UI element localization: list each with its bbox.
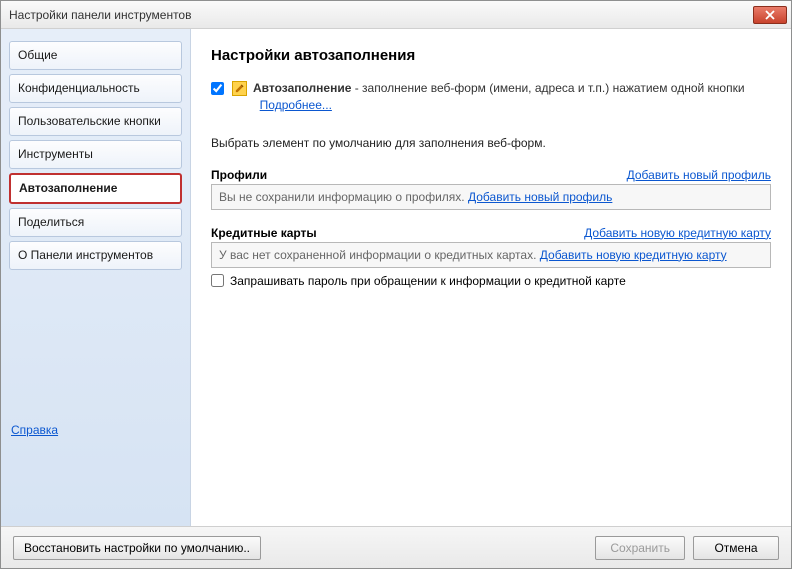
cards-empty-add-link[interactable]: Добавить новую кредитную карту (540, 248, 727, 262)
tab-share[interactable]: Поделиться (9, 208, 182, 237)
cards-header: Кредитные карты Добавить новую кредитную… (211, 226, 771, 240)
tab-label: Конфиденциальность (18, 81, 140, 95)
autofill-checkbox[interactable] (211, 82, 224, 95)
body-area: Общие Конфиденциальность Пользовательски… (1, 29, 791, 527)
autofill-description: Автозаполнение - заполнение веб-форм (им… (253, 80, 771, 114)
cards-empty-box: У вас нет сохраненной информации о креди… (211, 242, 771, 268)
content-pane: Настройки автозаполнения Автозаполнение … (191, 29, 791, 527)
autofill-label: Автозаполнение (253, 81, 351, 95)
help-link[interactable]: Справка (11, 423, 58, 437)
tab-label: Инструменты (18, 147, 93, 161)
tab-general[interactable]: Общие (9, 41, 182, 70)
footer: Восстановить настройки по умолчанию.. Со… (1, 526, 791, 568)
profiles-label: Профили (211, 168, 267, 182)
settings-dialog: Настройки панели инструментов Общие Конф… (0, 0, 792, 569)
card-password-label: Запрашивать пароль при обращении к инфор… (230, 274, 626, 288)
page-title: Настройки автозаполнения (211, 47, 771, 64)
card-password-row: Запрашивать пароль при обращении к инфор… (211, 274, 771, 288)
profiles-empty-text: Вы не сохранили информацию о профилях. (219, 190, 465, 204)
cards-empty-text: У вас нет сохраненной информации о креди… (219, 248, 536, 262)
cards-label: Кредитные карты (211, 226, 317, 240)
profiles-empty-add-link[interactable]: Добавить новый профиль (468, 190, 612, 204)
autofill-desc-text: - заполнение веб-форм (имени, адреса и т… (351, 81, 744, 95)
close-icon (765, 10, 775, 20)
default-element-text: Выбрать элемент по умолчанию для заполне… (211, 136, 771, 150)
save-button[interactable]: Сохранить (595, 536, 685, 560)
pencil-icon (232, 81, 247, 96)
tab-privacy[interactable]: Конфиденциальность (9, 74, 182, 103)
tab-tools[interactable]: Инструменты (9, 140, 182, 169)
card-password-checkbox[interactable] (211, 274, 224, 287)
tab-about[interactable]: О Панели инструментов (9, 241, 182, 270)
restore-defaults-button[interactable]: Восстановить настройки по умолчанию.. (13, 536, 261, 560)
tab-custom-buttons[interactable]: Пользовательские кнопки (9, 107, 182, 136)
tab-label: Пользовательские кнопки (18, 114, 161, 128)
tab-label: Общие (18, 48, 57, 62)
titlebar: Настройки панели инструментов (1, 1, 791, 29)
profiles-header: Профили Добавить новый профиль (211, 168, 771, 182)
tab-label: О Панели инструментов (18, 248, 153, 262)
close-button[interactable] (753, 6, 787, 24)
add-profile-link[interactable]: Добавить новый профиль (627, 168, 771, 182)
tab-label: Автозаполнение (19, 181, 117, 195)
add-card-link[interactable]: Добавить новую кредитную карту (584, 226, 771, 240)
learn-more-link[interactable]: Подробнее... (260, 98, 332, 112)
cancel-button[interactable]: Отмена (693, 536, 779, 560)
window-title: Настройки панели инструментов (9, 8, 753, 22)
sidebar-tabs: Общие Конфиденциальность Пользовательски… (9, 41, 182, 417)
tab-autofill[interactable]: Автозаполнение (9, 173, 182, 204)
tab-label: Поделиться (18, 215, 84, 229)
sidebar: Общие Конфиденциальность Пользовательски… (1, 29, 191, 527)
autofill-toggle-row: Автозаполнение - заполнение веб-форм (им… (211, 80, 771, 114)
profiles-empty-box: Вы не сохранили информацию о профилях. Д… (211, 184, 771, 210)
